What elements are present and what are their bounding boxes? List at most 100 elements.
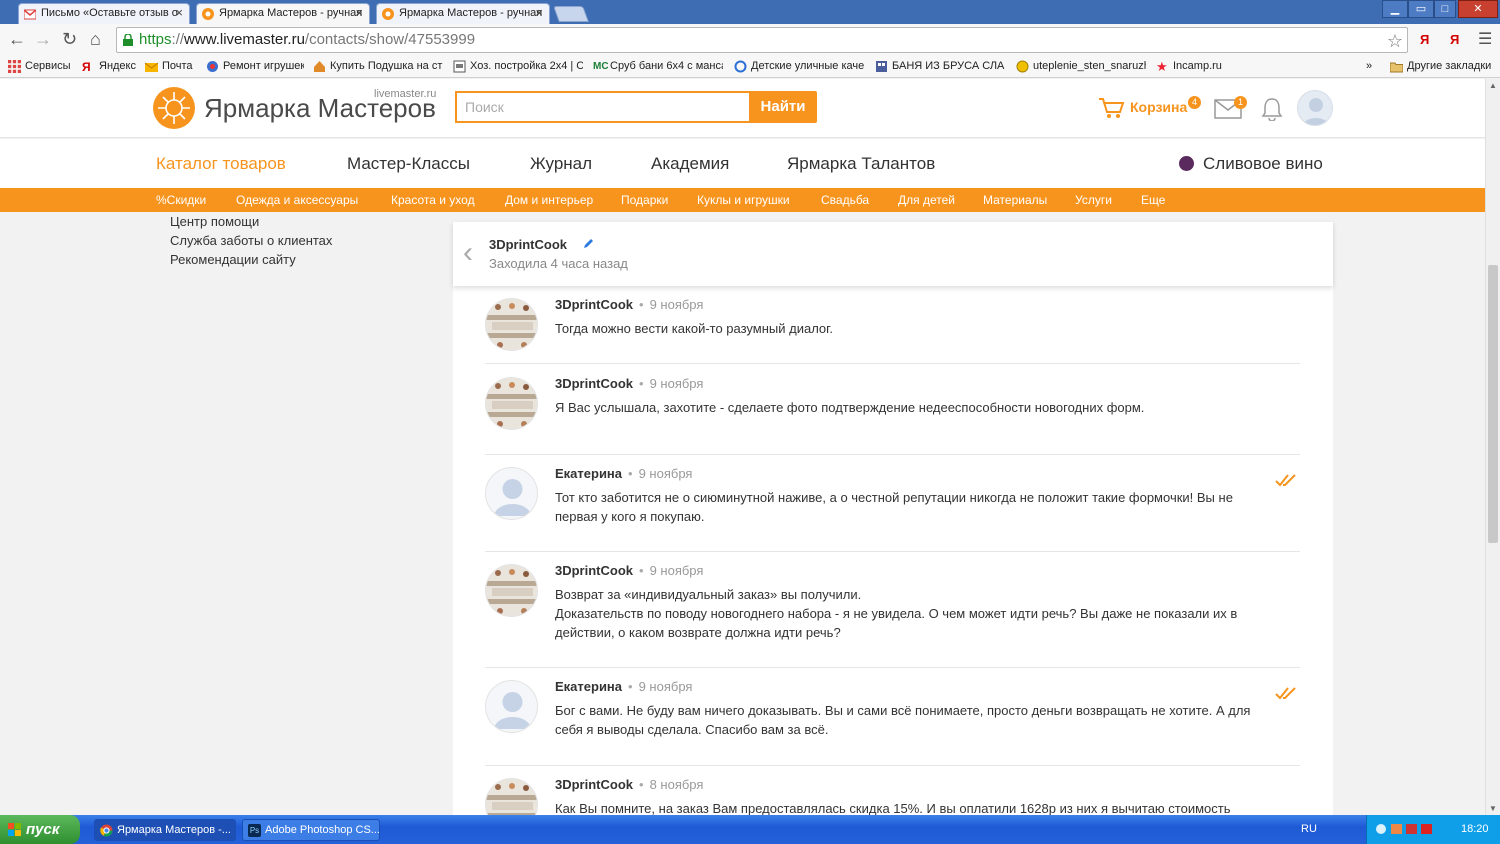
lock-icon xyxy=(123,34,133,46)
bookmark-pillow[interactable]: Купить Подушка на ст xyxy=(313,59,443,75)
cart-label[interactable]: Корзина xyxy=(1130,99,1187,115)
tray-icons[interactable] xyxy=(1375,822,1435,836)
link-site-feedback[interactable]: Рекомендации сайту xyxy=(170,250,332,269)
nav-master-classes[interactable]: Мастер-Классы xyxy=(347,154,470,174)
close-icon[interactable]: × xyxy=(175,5,183,20)
message-line: себя я выводы сделала. Спасибо вам за вс… xyxy=(555,722,829,737)
bookmark-uteplenie[interactable]: uteplenie_sten_snaruzh xyxy=(1016,59,1146,75)
user-avatar[interactable] xyxy=(485,467,538,520)
bookmark-sauna[interactable]: MC Сруб бани 6х4 с мансар xyxy=(593,59,723,75)
user-avatar[interactable] xyxy=(485,680,538,733)
bookmark-star-icon[interactable]: ☆ xyxy=(1387,29,1403,53)
category-kids[interactable]: Для детей xyxy=(898,193,955,207)
shop-logo-icon xyxy=(486,378,537,429)
bookmark-label: БАНЯ ИЗ БРУСА СЛАВЯ xyxy=(892,60,1005,72)
shop-avatar[interactable] xyxy=(485,778,538,815)
bell-icon[interactable] xyxy=(1261,97,1283,121)
category-gifts[interactable]: Подарки xyxy=(621,193,668,207)
nav-journal[interactable]: Журнал xyxy=(530,154,592,174)
start-button[interactable]: пуск xyxy=(0,815,80,844)
taskbar-photoshop-window[interactable]: Ps Adobe Photoshop CS... xyxy=(242,819,380,841)
message-text: Тот кто заботится не о сиюминутной нажив… xyxy=(555,488,1275,526)
message-author[interactable]: 3DprintCook xyxy=(555,297,633,312)
reload-icon[interactable]: ↻ xyxy=(62,30,77,48)
link-customer-care[interactable]: Служба заботы о клиентах xyxy=(170,231,332,250)
back-chevron-icon[interactable]: ‹ xyxy=(463,238,473,268)
close-window-button[interactable]: ✕ xyxy=(1458,0,1498,18)
taskbar-button-label: Adobe Photoshop CS... xyxy=(265,824,380,836)
browser-tab-livemaster[interactable]: Ярмарка Мастеров - ручная × xyxy=(376,3,550,24)
page-scrollbar[interactable]: ▲ ▼ xyxy=(1485,79,1500,815)
search-input[interactable]: Поиск xyxy=(455,91,749,123)
forward-icon[interactable]: → xyxy=(34,30,52,48)
close-icon[interactable]: × xyxy=(355,5,363,20)
nav-wine-user[interactable]: Сливовое вино xyxy=(1203,154,1323,174)
category-clothes[interactable]: Одежда и аксессуары xyxy=(236,193,358,207)
category-services[interactable]: Услуги xyxy=(1075,193,1112,207)
yandex-bar-extension-icon[interactable]: Я xyxy=(1450,32,1459,47)
main-nav: Каталог товаров Мастер-Классы Журнал Ака… xyxy=(0,139,1500,188)
shop-avatar[interactable] xyxy=(485,298,538,351)
edit-pencil-icon[interactable] xyxy=(583,237,595,249)
scroll-up-arrow-icon[interactable]: ▲ xyxy=(1489,81,1497,90)
yandex-extension-icon[interactable]: Я xyxy=(1420,32,1429,47)
scroll-down-arrow-icon[interactable]: ▼ xyxy=(1489,804,1497,813)
home-icon[interactable]: ⌂ xyxy=(90,30,101,48)
bookmark-yandex[interactable]: Я Яндекс xyxy=(82,59,136,75)
bookmark-toy-repair[interactable]: Ремонт игрушек xyxy=(206,59,304,75)
message-author[interactable]: Екатерина xyxy=(555,679,622,694)
message-author[interactable]: Екатерина xyxy=(555,466,622,481)
category-materials[interactable]: Материалы xyxy=(983,193,1047,207)
bookmark-label: Почта xyxy=(162,60,193,72)
nav-talents[interactable]: Ярмарка Талантов xyxy=(787,154,935,174)
bookmark-shed[interactable]: Хоз. постройка 2х4 | С xyxy=(453,59,583,75)
scrollbar-thumb[interactable] xyxy=(1488,265,1498,543)
conversation-partner-name[interactable]: 3DprintCook xyxy=(489,237,567,252)
browser-menu-icon[interactable]: ☰ xyxy=(1478,29,1492,49)
mail-icon xyxy=(145,62,158,72)
category-beauty[interactable]: Красота и уход xyxy=(391,193,475,207)
separator-dot: • xyxy=(639,777,644,792)
browser-tab-livemaster-active[interactable]: Ярмарка Мастеров - ручная × xyxy=(196,3,370,24)
browser-tab-mail[interactable]: Письмо «Оставьте отзыв о × xyxy=(18,3,190,24)
category-discounts[interactable]: %Скидки xyxy=(156,193,206,207)
taskbar-chrome-window[interactable]: Ярмарка Мастеров -... xyxy=(94,819,236,841)
message-author[interactable]: 3DprintCook xyxy=(555,376,633,391)
restore-window-button[interactable]: ▭ xyxy=(1408,0,1434,18)
nav-catalog[interactable]: Каталог товаров xyxy=(156,154,286,174)
cart-icon[interactable] xyxy=(1098,96,1126,120)
category-dolls[interactable]: Куклы и игрушки xyxy=(697,193,790,207)
bookmark-services[interactable]: Сервисы xyxy=(8,59,72,75)
language-indicator[interactable]: RU xyxy=(1301,823,1317,835)
message-author[interactable]: 3DprintCook xyxy=(555,563,633,578)
link-help-center[interactable]: Центр помощи xyxy=(170,212,332,231)
message-line: первая у кого я покупаю. xyxy=(555,509,705,524)
separator-dot: • xyxy=(639,376,644,391)
message-header: 3DprintCook • 8 ноября xyxy=(555,777,703,792)
shop-avatar[interactable] xyxy=(485,377,538,430)
category-home[interactable]: Дом и интерьер xyxy=(505,193,593,207)
maximize-window-button[interactable]: □ xyxy=(1434,0,1456,18)
other-bookmarks-folder[interactable]: Другие закладки xyxy=(1390,59,1500,75)
bookmark-banya[interactable]: БАНЯ ИЗ БРУСА СЛАВЯ xyxy=(875,59,1005,75)
bookmarks-overflow-chevron-icon[interactable]: » xyxy=(1366,59,1382,75)
close-icon[interactable]: × xyxy=(535,5,543,20)
nav-academy[interactable]: Академия xyxy=(651,154,729,174)
back-icon[interactable]: ← xyxy=(8,30,26,48)
bookmark-mail[interactable]: Почта xyxy=(145,59,195,75)
building-icon xyxy=(876,61,887,72)
minimize-window-button[interactable]: ▁ xyxy=(1382,0,1408,18)
bookmark-swings[interactable]: Детские уличные каче xyxy=(734,59,864,75)
shop-avatar[interactable] xyxy=(485,564,538,617)
search-button[interactable]: Найти xyxy=(749,91,817,123)
message-author[interactable]: 3DprintCook xyxy=(555,777,633,792)
url-path: /contacts/show/47553999 xyxy=(304,31,476,48)
category-more[interactable]: Еще xyxy=(1141,193,1165,207)
bookmark-incamp[interactable]: ★ Incamp.ru xyxy=(1156,59,1236,75)
user-avatar[interactable] xyxy=(1297,90,1333,126)
category-bar: %Скидки Одежда и аксессуары Красота и ух… xyxy=(0,188,1500,212)
address-bar[interactable]: https://www.livemaster.ru/contacts/show/… xyxy=(116,27,1408,53)
category-wedding[interactable]: Свадьба xyxy=(821,193,869,207)
livemaster-logo-icon[interactable] xyxy=(152,86,196,130)
new-tab-button[interactable] xyxy=(553,6,589,22)
